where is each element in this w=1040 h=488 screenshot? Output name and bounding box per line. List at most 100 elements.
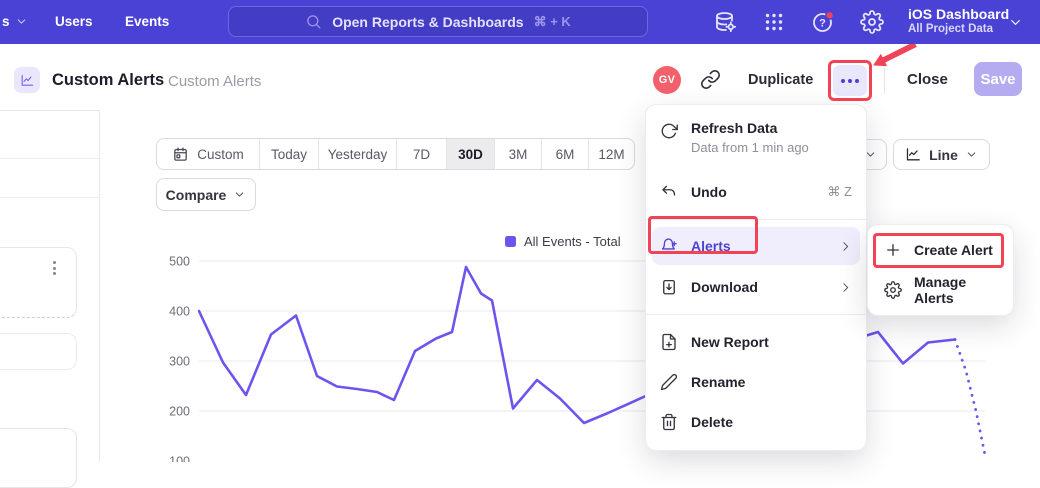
- pencil-icon: [660, 373, 678, 391]
- menu-item-label: Undo: [691, 184, 814, 200]
- date-range-yesterday[interactable]: Yesterday: [318, 139, 396, 169]
- copy-link-icon[interactable]: [700, 69, 721, 90]
- undo-icon: [660, 183, 678, 201]
- apps-grid-icon[interactable]: [762, 10, 786, 34]
- compare-button[interactable]: Compare: [156, 178, 256, 211]
- search-icon: [305, 13, 322, 30]
- date-range-custom[interactable]: Custom: [157, 139, 259, 169]
- data-integrations-icon[interactable]: [713, 10, 737, 34]
- date-range-label: Custom: [197, 147, 244, 162]
- svg-text:?: ?: [819, 18, 826, 30]
- page-title: Custom Alerts: [52, 71, 164, 90]
- svg-text:300: 300: [169, 355, 190, 369]
- gear-icon: [884, 281, 902, 299]
- context-menu: Refresh Data Data from 1 min ago Undo ⌘ …: [646, 105, 866, 450]
- menu-item-label: Delete: [691, 414, 852, 430]
- compare-label: Compare: [166, 187, 227, 203]
- alerts-menu-item[interactable]: Alerts: [652, 227, 860, 265]
- nav-item-label: s: [2, 14, 10, 29]
- save-button[interactable]: Save: [974, 62, 1022, 96]
- report-icon: [14, 67, 40, 93]
- global-search[interactable]: Open Reports & Dashboards ⌘ + K: [228, 6, 648, 37]
- svg-text:100: 100: [169, 455, 190, 463]
- create-alert-menu-item[interactable]: Create Alert: [868, 230, 1013, 270]
- menu-item-delete[interactable]: Delete: [646, 402, 866, 442]
- menu-item-label: Rename: [691, 374, 852, 390]
- calendar-icon: [172, 146, 189, 163]
- date-range-12m[interactable]: 12M: [588, 139, 634, 169]
- chevron-right-icon: [839, 281, 852, 294]
- sidebar-row-divider: [0, 158, 99, 159]
- refresh-status-text: Data from 1 min ago: [691, 140, 852, 155]
- header-divider: [884, 66, 885, 94]
- manage-alerts-menu-item[interactable]: Manage Alerts: [868, 270, 1013, 310]
- undo-shortcut: ⌘ Z: [827, 184, 852, 200]
- duplicate-button[interactable]: Duplicate: [748, 72, 813, 88]
- chevron-right-icon: [839, 240, 852, 253]
- sidebar-card[interactable]: [0, 247, 77, 318]
- help-icon[interactable]: ?: [811, 10, 835, 34]
- project-subtitle: All Project Data: [908, 23, 1009, 36]
- date-range-30d-selected[interactable]: 30D: [446, 139, 494, 169]
- legend-label: All Events - Total: [524, 234, 621, 249]
- sidebar-card[interactable]: [0, 428, 77, 488]
- date-range-6m[interactable]: 6M: [541, 139, 588, 169]
- report-header: Custom Alerts Custom Alerts GV Duplicate…: [0, 44, 1040, 110]
- sidebar-card[interactable]: [0, 333, 77, 370]
- chart-legend: All Events - Total: [505, 234, 621, 249]
- sidebar-divider: [99, 110, 100, 462]
- menu-item-label: Refresh Data: [691, 120, 777, 136]
- svg-text:500: 500: [169, 255, 190, 269]
- date-range-picker: Custom Today Yesterday 7D 30D 3M 6M 12M: [156, 138, 635, 170]
- avatar[interactable]: GV: [653, 66, 681, 94]
- date-range-3m[interactable]: 3M: [494, 139, 541, 169]
- settings-icon[interactable]: [860, 10, 884, 34]
- sidebar-top-border: [0, 110, 99, 111]
- nav-item-partial[interactable]: s: [2, 14, 28, 29]
- breadcrumb: Custom Alerts: [168, 73, 261, 90]
- menu-item-label: Manage Alerts: [914, 274, 997, 306]
- project-switcher[interactable]: iOS Dashboard All Project Data: [908, 7, 1009, 36]
- date-range-7d[interactable]: 7D: [396, 139, 446, 169]
- menu-item-label: Alerts: [691, 238, 826, 254]
- close-button[interactable]: Close: [907, 71, 948, 88]
- menu-divider: [646, 219, 866, 220]
- ellipsis-icon: [841, 79, 845, 83]
- menu-item-rename[interactable]: Rename: [646, 362, 866, 402]
- chart-line-dotted: [955, 340, 985, 456]
- more-options-button[interactable]: [833, 65, 867, 96]
- notification-dot: [826, 12, 834, 20]
- legend-swatch: [505, 236, 516, 247]
- line-chart-icon: [905, 146, 922, 163]
- nav-item-events[interactable]: Events: [125, 14, 169, 29]
- plus-icon: [884, 241, 902, 259]
- menu-item-label: Create Alert: [914, 242, 997, 258]
- menu-item-download[interactable]: Download: [646, 267, 866, 307]
- nav-item-users[interactable]: Users: [55, 14, 93, 29]
- project-title: iOS Dashboard: [908, 7, 1009, 22]
- date-range-today[interactable]: Today: [259, 139, 318, 169]
- alerts-submenu: Create Alert Manage Alerts: [868, 225, 1013, 315]
- chevron-down-icon: [965, 148, 978, 161]
- download-icon: [660, 278, 678, 296]
- menu-item-label: Download: [691, 279, 826, 295]
- bell-plus-icon: [660, 237, 678, 255]
- chevron-down-icon: [15, 15, 28, 28]
- chart-type-label: Line: [929, 147, 958, 163]
- trash-icon: [660, 413, 678, 431]
- refresh-icon: [660, 122, 678, 140]
- chart-type-button[interactable]: Line: [893, 139, 990, 170]
- search-shortcut: ⌘ + K: [534, 14, 571, 30]
- chevron-down-icon: [1008, 15, 1023, 30]
- kebab-menu-icon[interactable]: [50, 258, 59, 278]
- menu-item-refresh-data[interactable]: Refresh Data Data from 1 min ago: [646, 111, 866, 172]
- menu-item-new-report[interactable]: New Report: [646, 322, 866, 362]
- svg-text:200: 200: [169, 405, 190, 419]
- topnav: s Users Events Open Reports & Dashboards…: [0, 0, 1040, 44]
- sidebar-row-divider: [0, 197, 99, 198]
- svg-text:400: 400: [169, 305, 190, 319]
- chevron-down-icon: [233, 188, 246, 201]
- file-plus-icon: [660, 333, 678, 351]
- menu-divider: [646, 314, 866, 315]
- menu-item-undo[interactable]: Undo ⌘ Z: [646, 172, 866, 212]
